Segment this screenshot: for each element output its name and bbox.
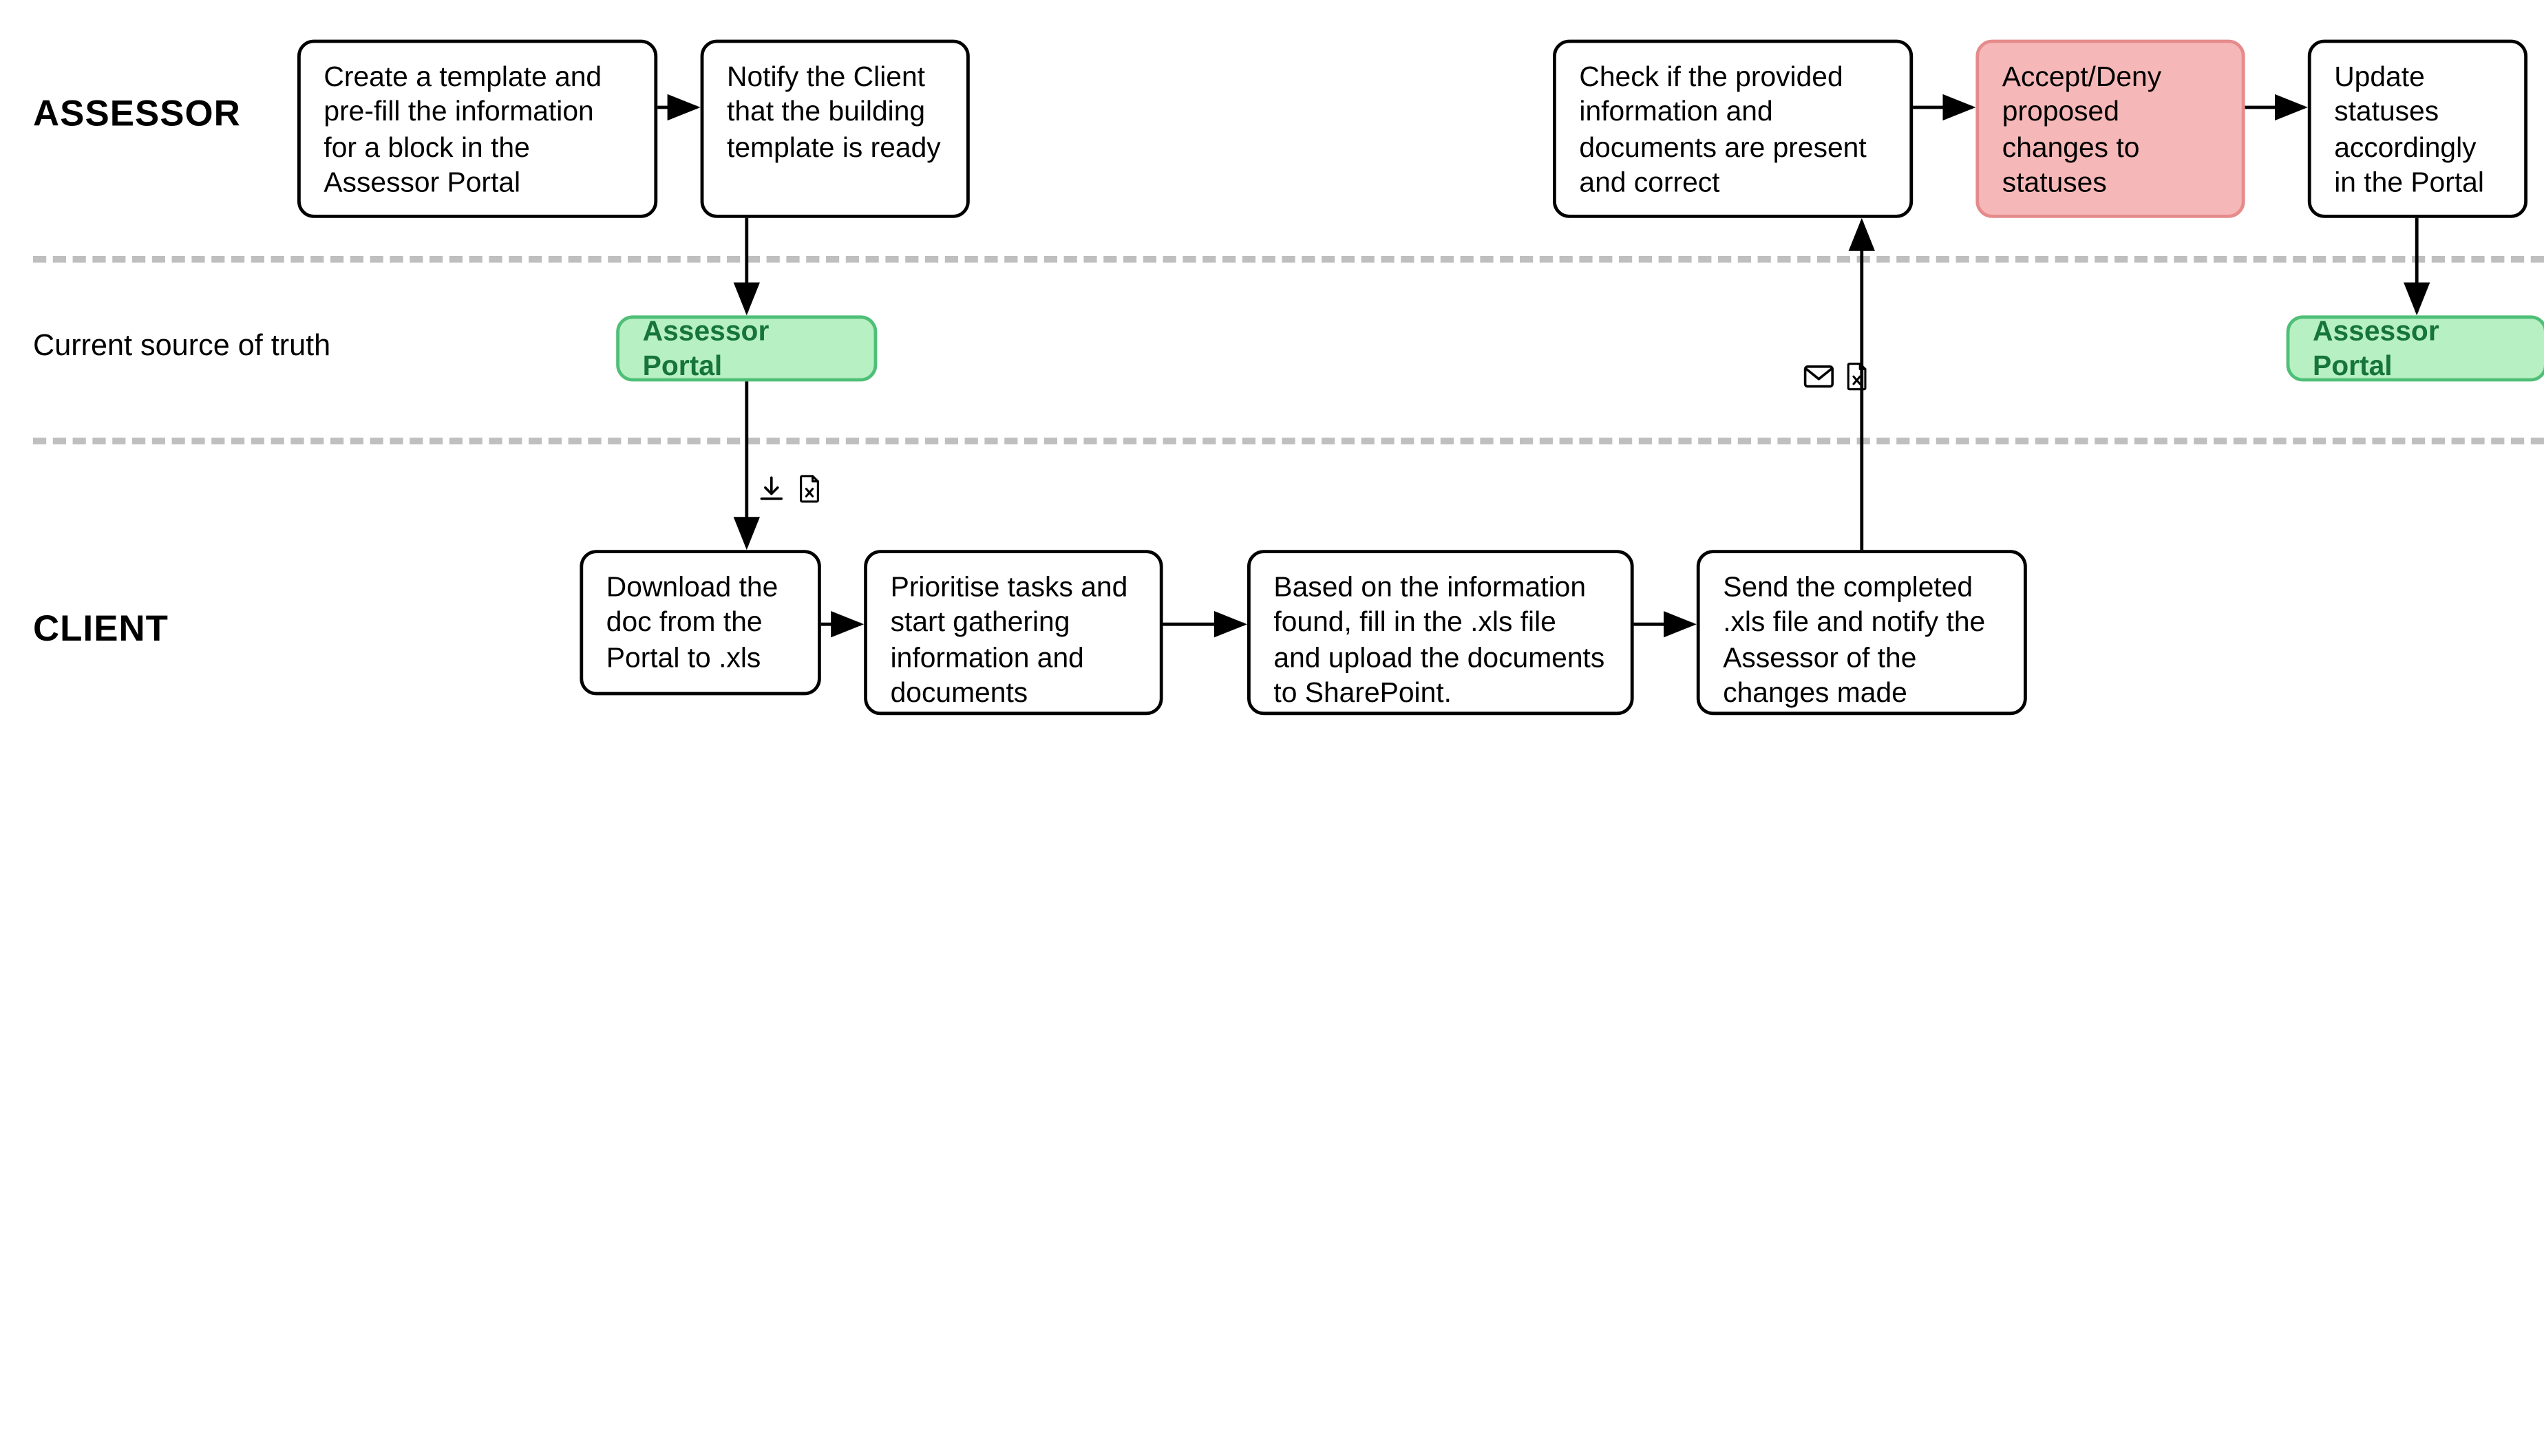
- arrows-layer: [0, 0, 2544, 728]
